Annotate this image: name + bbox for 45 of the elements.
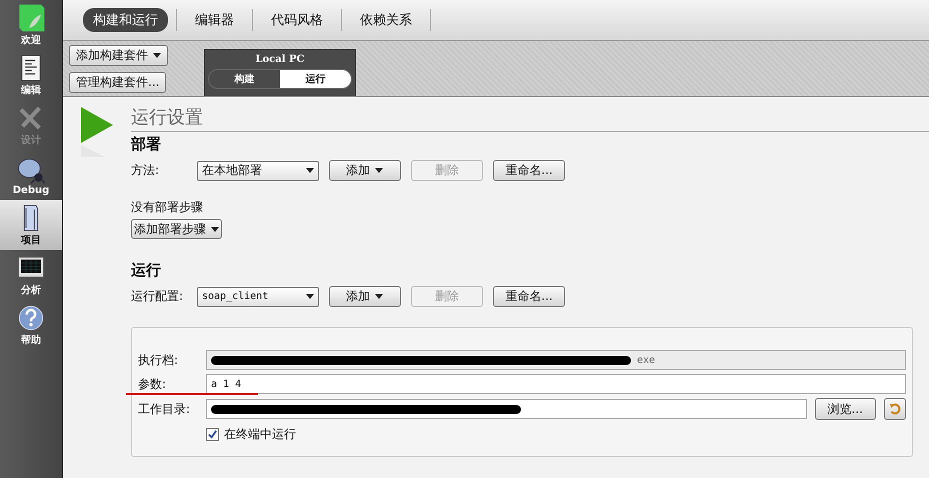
executable-field[interactable]: exe bbox=[206, 350, 906, 370]
add-step-button[interactable]: 添加部署步骤 bbox=[131, 219, 222, 239]
checkbox-label: 在终端中运行 bbox=[224, 426, 296, 443]
working-directory-field[interactable] bbox=[206, 399, 807, 419]
tab[interactable]: 构建和运行 bbox=[83, 8, 168, 32]
section-button[interactable]: 重命名... bbox=[493, 160, 565, 181]
field-label: 方法: bbox=[131, 162, 160, 179]
field-label: 工作目录: bbox=[138, 400, 190, 418]
reset-icon bbox=[888, 402, 902, 416]
combo-box[interactable]: 在本地部署 bbox=[197, 160, 319, 180]
caret-icon bbox=[375, 168, 383, 174]
section-button[interactable]: 添加 bbox=[329, 160, 401, 181]
reset-button[interactable] bbox=[884, 398, 906, 420]
note-text: 没有部署步骤 bbox=[131, 199, 203, 216]
section-heading: 部署 bbox=[131, 135, 161, 154]
sidebar-item[interactable]: 欢迎 bbox=[0, 0, 62, 50]
arguments-field[interactable]: a 1 4 bbox=[206, 374, 906, 394]
section-heading: 运行 bbox=[131, 261, 161, 280]
section-button[interactable]: 重命名... bbox=[493, 286, 565, 307]
browse-button[interactable]: 浏览... bbox=[814, 398, 876, 420]
help-icon bbox=[16, 303, 46, 333]
page-title: 运行设置 bbox=[131, 105, 929, 132]
caret-icon bbox=[375, 294, 383, 300]
mode-toggle[interactable]: 构建 bbox=[209, 70, 280, 88]
kit-button[interactable]: 添加构建套件 bbox=[69, 45, 168, 66]
caret-icon bbox=[306, 168, 314, 173]
section-button[interactable]: 添加 bbox=[329, 286, 401, 307]
caret-icon bbox=[306, 294, 314, 299]
target-name: Local PC bbox=[255, 54, 305, 65]
field-label: 运行配置: bbox=[131, 288, 184, 305]
sidebar-item[interactable]: Debug bbox=[0, 150, 62, 200]
tab[interactable]: 依赖关系 bbox=[350, 8, 422, 32]
field-label: 参数: bbox=[138, 376, 166, 390]
caret-icon bbox=[211, 227, 219, 232]
combo-box[interactable]: soap_client bbox=[197, 286, 319, 306]
checkbox[interactable] bbox=[206, 428, 219, 441]
field-label: 执行档: bbox=[138, 352, 178, 368]
tab[interactable]: 代码风格 bbox=[261, 8, 333, 32]
sidebar-item[interactable]: 项目 bbox=[0, 200, 62, 250]
tab[interactable]: 编辑器 bbox=[185, 8, 244, 32]
mode-toggle[interactable]: 运行 bbox=[280, 70, 351, 88]
sidebar-item[interactable]: 分析 bbox=[0, 250, 62, 300]
sidebar-item[interactable]: 编辑 bbox=[0, 50, 62, 100]
sidebar-item[interactable]: 帮助 bbox=[0, 300, 62, 350]
kit-button[interactable]: 管理构建套件... bbox=[69, 72, 166, 93]
